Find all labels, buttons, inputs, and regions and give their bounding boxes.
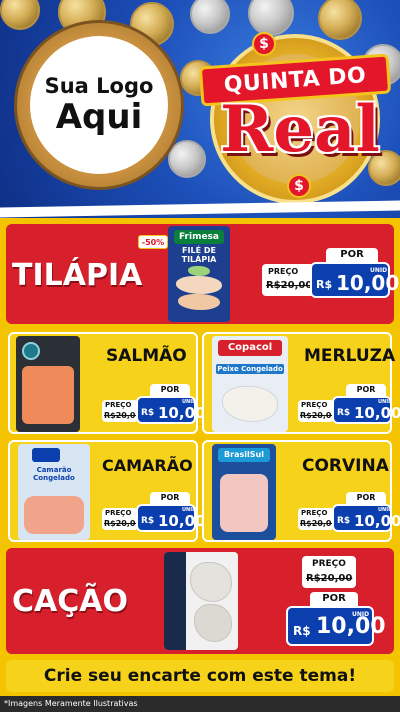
unit-label: UNID [182,507,197,513]
old-price-box: PREÇO R$20,00 [262,264,314,296]
package-text: Camarão Congelado [33,466,75,482]
promo-title-line2: Real [220,92,380,167]
old-price-box: PREÇO R$20,00 [302,556,356,588]
new-price-box: R$ 10,00 UNID [286,606,386,646]
fillet-shape [194,604,232,642]
product-name: SALMÃO [106,346,187,366]
discount-badge: -50% [138,235,168,249]
fillet-shape [176,276,222,294]
por-label: POR [326,248,378,262]
currency: R$ [337,516,351,526]
fillet-shape [190,562,232,602]
fillet-shape [178,294,220,310]
new-price-box: R$ 10,00 UNID [332,396,400,424]
product-card-corvina[interactable]: CORVINA BrasilSul PREÇO R$20,00 POR R$ 1… [202,440,400,542]
package-text: FILÉ DE TILÁPIA [181,246,217,264]
header-divider [0,200,400,218]
dollar-icon: $ [287,174,311,198]
new-price-box: R$ 10,00 UNID [310,262,399,298]
logo-text-line2: Aqui [55,97,143,137]
logo-text-line1: Sua Logo [44,74,154,98]
product-name: CAÇÃO [12,584,128,619]
new-price-box: R$ 10,00 UNID [332,504,400,532]
product-card-salmao[interactable]: SALMÃO PREÇO R$20,00 POR R$ 10,00 UNID [8,332,205,434]
product-image-tilapia: Frimesa FILÉ DE TILÁPIA [168,226,230,322]
package-text: Peixe Congelado [216,364,284,374]
por-label: POR [310,592,358,606]
price-label: PREÇO [301,509,328,517]
old-price-box: PREÇO R$20,00 [298,508,337,530]
price-label: PREÇO [301,401,328,409]
new-price: 10,00 [158,512,206,530]
product-image-merluza: Copacol Peixe Congelado [212,336,288,432]
price-label: PREÇO [268,267,299,276]
coin-icon [0,0,40,30]
por-label: POR [150,384,190,396]
new-price: 10,00 [336,271,400,295]
coin-icon [318,0,362,40]
product-name: CAMARÃO [102,456,193,475]
cta-banner[interactable]: Crie seu encarte com este tema! [6,660,394,692]
product-card-camarao[interactable]: CAMARÃO Camarão Congelado PREÇO R$20,00 … [8,440,205,542]
price-label: PREÇO [105,509,132,517]
product-image-salmao [16,336,80,432]
currency: R$ [293,624,311,638]
package-side-band [164,552,186,650]
unit-label: UNID [370,267,388,274]
price-label: PREÇO [312,559,346,569]
header-banner: Sua Logo Aqui $ QUINTA DO Real $ [0,0,400,218]
currency: R$ [337,408,351,418]
product-name: TILÁPIA [12,258,143,293]
old-price-box: PREÇO R$20,00 [102,508,141,530]
currency: R$ [141,516,155,526]
coin-icon [190,0,230,34]
brand-label: Frimesa [174,230,224,244]
currency: R$ [316,278,333,291]
new-price: 10,00 [316,614,386,639]
new-price: 10,00 [158,404,206,422]
product-card-merluza[interactable]: MERLUZA Copacol Peixe Congelado PREÇO R$… [202,332,400,434]
cta-text: Crie seu encarte com este tema! [43,666,357,686]
old-price-box: PREÇO R$20,00 [298,400,337,422]
logo-placeholder[interactable]: Sua Logo Aqui [30,36,168,174]
product-image-corvina: BrasilSul [212,444,276,540]
product-image-cacao [164,552,238,650]
price-label: PREÇO [105,401,132,409]
product-card-cacao[interactable]: CAÇÃO PREÇO R$20,00 POR R$ 10,00 UNID [6,548,394,654]
salmon-shape [22,366,74,424]
unit-label: UNID [378,507,393,513]
old-price-box: PREÇO R$20,00 [102,400,141,422]
por-label: POR [150,492,190,504]
unit-label: UNID [182,399,197,405]
coin-icon [248,0,294,36]
dollar-icon: $ [252,32,276,56]
brand-label: Copacol [218,340,282,356]
brand-label: BrasilSul [218,448,270,462]
old-price: R$20,00 [266,280,313,291]
currency: R$ [141,408,155,418]
shrimp-shape [24,496,84,534]
new-price: 10,00 [354,404,400,422]
product-name: CORVINA [302,456,389,476]
unit-label: UNID [378,399,393,405]
garnish-shape [188,266,210,276]
unit-label: UNID [352,611,370,618]
product-image-camarao: Camarão Congelado [18,444,90,540]
old-price: R$20,00 [306,573,353,584]
product-card-tilapia[interactable]: TILÁPIA Frimesa FILÉ DE TILÁPIA PREÇO R$… [6,224,399,324]
fillet-shape [220,474,268,532]
brand-badge [32,448,60,462]
label-seal-icon [22,342,40,360]
coin-icon [168,140,206,178]
por-label: POR [346,384,386,396]
por-label: POR [346,492,386,504]
new-price-box: R$ 10,00 UNID [136,396,205,424]
fillet-shape [222,386,278,422]
product-name: MERLUZA [304,346,396,366]
footer-disclaimer: *Imagens Meramente Ilustrativas [0,696,400,712]
new-price: 10,00 [354,512,400,530]
new-price-box: R$ 10,00 UNID [136,504,205,532]
